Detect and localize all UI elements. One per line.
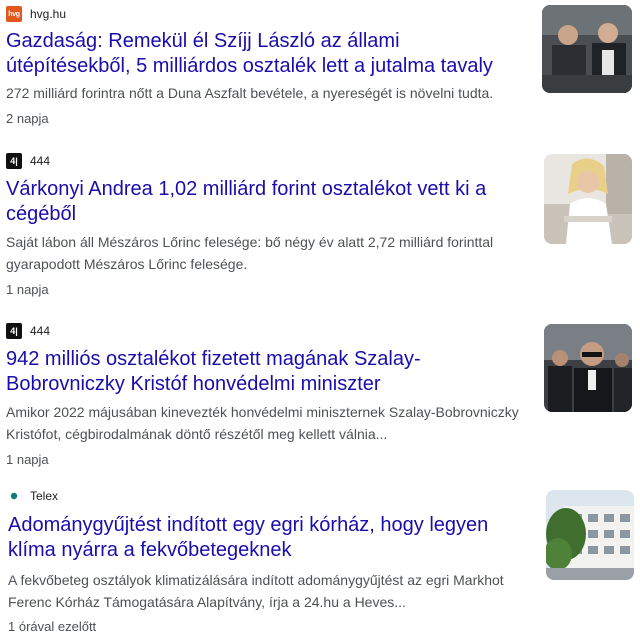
news-result[interactable]: 4| 444 Várkonyi Andrea 1,02 milliárd for… [0,150,640,300]
news-result[interactable]: Telex Adománygyűjtést indított egy egri … [0,484,640,640]
result-thumbnail[interactable] [544,324,632,412]
result-snippet: 272 milliárd forintra nőtt a Duna Aszfal… [6,85,494,101]
result-title-link[interactable]: 942 milliós osztalékot fizetett magának … [6,347,526,397]
hvg-favicon-icon: hvg [6,6,22,22]
result-time: 1 órával ezelőtt [8,619,97,634]
source-name: hvg.hu [30,7,67,21]
result-title-link[interactable]: Gazdaság: Remekül él Szíjj László az áll… [6,29,526,79]
thumbnail-image [546,490,634,580]
result-title-link[interactable]: Várkonyi Andrea 1,02 milliárd forint osz… [6,177,526,227]
source-name: 444 [30,154,51,168]
thumbnail-image [544,154,632,244]
result-thumbnail[interactable] [546,490,634,580]
news-result[interactable]: hvg hvg.hu Gazdaság: Remekül él Szíjj Lá… [0,0,640,140]
thumbnail-image [544,324,632,412]
result-thumbnail[interactable] [542,5,632,93]
444-favicon-icon: 4| [6,153,22,169]
telex-favicon-icon [6,488,22,504]
result-time: 1 napja [6,282,49,297]
result-time: 2 napja [6,111,49,126]
result-time: 1 napja [6,452,49,467]
result-snippet: Saját lábon áll Mészáros Lőrinc felesége… [6,234,494,272]
source-name: Telex [30,489,59,503]
source-row[interactable]: Telex [6,487,58,505]
source-row[interactable]: hvg hvg.hu [6,5,66,23]
source-row[interactable]: 4| 444 [6,152,50,170]
result-snippet: A fekvőbeteg osztályok klimatizálására i… [8,572,504,610]
result-thumbnail[interactable] [544,154,632,244]
result-snippet: Amikor 2022 májusában kinevezték honvéde… [6,404,519,442]
source-row[interactable]: 4| 444 [6,322,50,340]
444-favicon-icon: 4| [6,323,22,339]
source-name: 444 [30,324,51,338]
result-title-link[interactable]: Adománygyűjtést indított egy egri kórház… [8,513,528,563]
news-result[interactable]: 4| 444 942 milliós osztalékot fizetett m… [0,320,640,470]
thumbnail-image [542,5,632,93]
